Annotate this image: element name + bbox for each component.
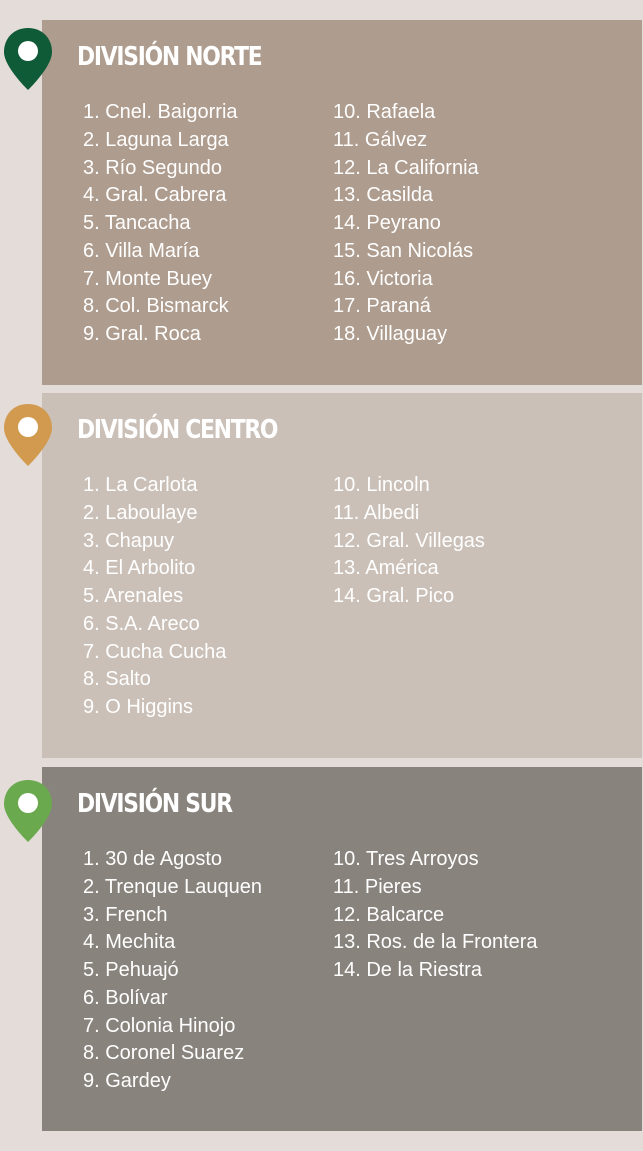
division-sur-list-left: 1. 30 de Agosto 2. Trenque Lauquen 3. Fr… bbox=[83, 846, 262, 1096]
list-item: 1. La Carlota bbox=[83, 474, 198, 496]
list-item: 11. Albedi bbox=[333, 501, 420, 524]
division-norte-title: DIVISIÓN NORTE bbox=[77, 42, 263, 72]
list-item: 15. San Nicolás bbox=[333, 239, 474, 262]
list-item: 5. Tancacha bbox=[83, 212, 191, 234]
list-item: 12. La California bbox=[333, 156, 479, 179]
list-item: 5. Pehuajó bbox=[83, 959, 179, 981]
list-item: 4. Gral. Cabrera bbox=[83, 184, 227, 207]
division-norte-panel: DIVISIÓN NORTE 1. Cnel. Baigorria 2. Lag… bbox=[42, 20, 642, 385]
list-item: 8. Salto bbox=[83, 668, 151, 691]
list-item: 2. Laboulaye bbox=[83, 501, 198, 524]
division-norte-list-right: 10. Rafaela 11. Gálvez 12. La California… bbox=[333, 99, 479, 349]
map-pin-icon bbox=[4, 780, 52, 842]
division-centro-title: DIVISIÓN CENTRO bbox=[77, 415, 278, 445]
list-item: 14. Peyrano bbox=[333, 212, 441, 234]
list-item: 12. Balcarce bbox=[333, 903, 445, 926]
list-item: 11. Gálvez bbox=[333, 128, 428, 151]
list-item: 7. Cucha Cucha bbox=[83, 640, 227, 663]
list-item: 8. Col. Bismarck bbox=[83, 295, 229, 318]
list-item: 10. Rafaela bbox=[333, 101, 436, 123]
list-item: 9. Gral. Roca bbox=[83, 323, 201, 345]
division-centro-list-left: 1. La Carlota 2. Laboulaye 3. Chapuy 4. … bbox=[83, 472, 226, 722]
list-item: 7. Monte Buey bbox=[83, 267, 212, 290]
list-item: 3. Chapuy bbox=[83, 529, 175, 552]
list-item: 4. Mechita bbox=[83, 931, 176, 954]
list-item: 6. Bolívar bbox=[83, 986, 168, 1009]
list-item: 4. El Arbolito bbox=[83, 557, 196, 580]
list-item: 5. Arenales bbox=[83, 585, 184, 607]
list-item: 9. Gardey bbox=[83, 1070, 171, 1092]
list-item: 13. Casilda bbox=[333, 184, 434, 207]
list-item: 10. Tres Arroyos bbox=[333, 848, 479, 870]
division-centro-panel: DIVISIÓN CENTRO 1. La Carlota 2. Laboula… bbox=[42, 393, 642, 758]
list-item: 3. French bbox=[83, 903, 168, 926]
list-item: 6. Villa María bbox=[83, 239, 200, 262]
map-pin-icon bbox=[4, 28, 52, 90]
list-item: 3. Río Segundo bbox=[83, 156, 222, 179]
list-item: 14. De la Riestra bbox=[333, 959, 482, 981]
list-item: 2. Laguna Larga bbox=[83, 128, 229, 151]
division-centro-list-right: 10. Lincoln 11. Albedi 12. Gral. Villega… bbox=[333, 472, 485, 611]
map-pin-icon bbox=[4, 404, 52, 466]
division-sur-list-right: 10. Tres Arroyos 11. Pieres 12. Balcarce… bbox=[333, 846, 538, 985]
list-item: 13. Ros. de la Frontera bbox=[333, 931, 538, 954]
list-item: 12. Gral. Villegas bbox=[333, 529, 485, 552]
list-item: 7. Colonia Hinojo bbox=[83, 1014, 236, 1037]
division-norte-list-left: 1. Cnel. Baigorria 2. Laguna Larga 3. Rí… bbox=[83, 99, 238, 349]
division-sur-panel: DIVISIÓN SUR 1. 30 de Agosto 2. Trenque … bbox=[42, 767, 642, 1131]
list-item: 16. Victoria bbox=[333, 267, 433, 290]
list-item: 17. Paraná bbox=[333, 295, 431, 318]
list-item: 2. Trenque Lauquen bbox=[83, 875, 263, 898]
list-item: 6. S.A. Areco bbox=[83, 612, 200, 635]
list-item: 1. 30 de Agosto bbox=[83, 848, 223, 870]
list-item: 11. Pieres bbox=[333, 875, 422, 898]
list-item: 10. Lincoln bbox=[333, 474, 430, 496]
list-item: 9. O Higgins bbox=[83, 696, 194, 718]
list-item: 13. América bbox=[333, 557, 439, 580]
list-item: 1. Cnel. Baigorria bbox=[83, 101, 238, 123]
list-item: 18. Villaguay bbox=[333, 323, 448, 345]
division-sur-title: DIVISIÓN SUR bbox=[77, 789, 233, 819]
list-item: 8. Coronel Suarez bbox=[83, 1042, 245, 1065]
list-item: 14. Gral. Pico bbox=[333, 585, 455, 607]
